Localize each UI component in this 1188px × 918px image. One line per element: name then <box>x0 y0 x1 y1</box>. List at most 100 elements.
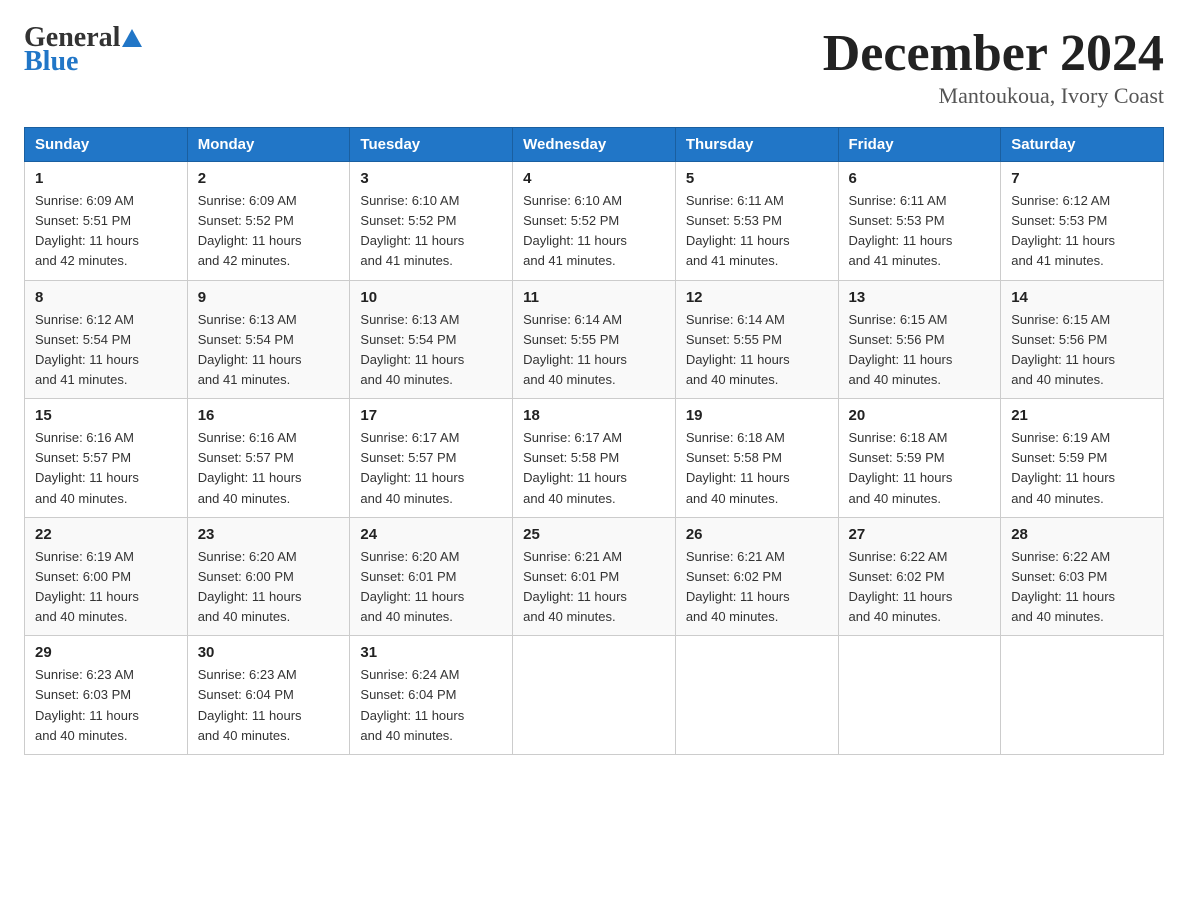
calendar-cell <box>675 636 838 755</box>
calendar-cell: 23 Sunrise: 6:20 AMSunset: 6:00 PMDayligh… <box>187 517 350 636</box>
day-info: Sunrise: 6:23 AMSunset: 6:03 PMDaylight:… <box>35 665 177 746</box>
calendar-cell: 20 Sunrise: 6:18 AMSunset: 5:59 PMDayligh… <box>838 399 1001 518</box>
day-number: 6 <box>849 170 991 187</box>
day-number: 1 <box>35 170 177 187</box>
day-number: 24 <box>360 526 502 543</box>
day-number: 18 <box>523 407 665 424</box>
calendar-cell: 5 Sunrise: 6:11 AMSunset: 5:53 PMDaylight… <box>675 162 838 281</box>
weekday-header-wednesday: Wednesday <box>513 128 676 162</box>
day-number: 27 <box>849 526 991 543</box>
day-number: 29 <box>35 644 177 661</box>
day-info: Sunrise: 6:17 AMSunset: 5:57 PMDaylight:… <box>360 428 502 509</box>
day-number: 11 <box>523 289 665 306</box>
day-info: Sunrise: 6:11 AMSunset: 5:53 PMDaylight:… <box>849 191 991 272</box>
week-row-2: 8Sunrise: 6:12 AMSunset: 5:54 PMDaylight… <box>25 280 1164 399</box>
calendar-cell: 26Sunrise: 6:21 AMSunset: 6:02 PMDayligh… <box>675 517 838 636</box>
day-info: Sunrise: 6:17 AMSunset: 5:58 PMDaylight:… <box>523 428 665 509</box>
day-number: 12 <box>686 289 828 306</box>
weekday-header-saturday: Saturday <box>1001 128 1164 162</box>
day-number: 20 <box>849 407 991 424</box>
logo: General Blue <box>24 24 142 76</box>
calendar-cell: 24 Sunrise: 6:20 AMSunset: 6:01 PMDayligh… <box>350 517 513 636</box>
weekday-header-sunday: Sunday <box>25 128 188 162</box>
day-info: Sunrise: 6:09 AMSunset: 5:51 PMDaylight:… <box>35 191 177 272</box>
calendar-cell: 29 Sunrise: 6:23 AMSunset: 6:03 PMDayligh… <box>25 636 188 755</box>
calendar-cell <box>1001 636 1164 755</box>
day-info: Sunrise: 6:20 AMSunset: 6:00 PMDaylight:… <box>198 547 340 628</box>
weekday-header-row: SundayMondayTuesdayWednesdayThursdayFrid… <box>25 128 1164 162</box>
day-info: Sunrise: 6:10 AMSunset: 5:52 PMDaylight:… <box>360 191 502 272</box>
calendar-cell: 21Sunrise: 6:19 AMSunset: 5:59 PMDayligh… <box>1001 399 1164 518</box>
weekday-header-thursday: Thursday <box>675 128 838 162</box>
week-row-1: 1 Sunrise: 6:09 AMSunset: 5:51 PMDaylight… <box>25 162 1164 281</box>
day-number: 31 <box>360 644 502 661</box>
day-number: 13 <box>849 289 991 306</box>
week-row-4: 22Sunrise: 6:19 AMSunset: 6:00 PMDayligh… <box>25 517 1164 636</box>
calendar-cell: 11 Sunrise: 6:14 AMSunset: 5:55 PMDayligh… <box>513 280 676 399</box>
day-info: Sunrise: 6:18 AMSunset: 5:58 PMDaylight:… <box>686 428 828 509</box>
day-info: Sunrise: 6:12 AMSunset: 5:53 PMDaylight:… <box>1011 191 1153 272</box>
day-number: 10 <box>360 289 502 306</box>
day-info: Sunrise: 6:16 AMSunset: 5:57 PMDaylight:… <box>35 428 177 509</box>
week-row-3: 15 Sunrise: 6:16 AMSunset: 5:57 PMDayligh… <box>25 399 1164 518</box>
calendar-cell: 15 Sunrise: 6:16 AMSunset: 5:57 PMDayligh… <box>25 399 188 518</box>
day-info: Sunrise: 6:21 AMSunset: 6:01 PMDaylight:… <box>523 547 665 628</box>
calendar-cell <box>513 636 676 755</box>
day-info: Sunrise: 6:20 AMSunset: 6:01 PMDaylight:… <box>360 547 502 628</box>
calendar-table: SundayMondayTuesdayWednesdayThursdayFrid… <box>24 127 1164 755</box>
calendar-cell: 10 Sunrise: 6:13 AMSunset: 5:54 PMDayligh… <box>350 280 513 399</box>
month-title: December 2024 <box>823 24 1164 83</box>
calendar-cell: 28Sunrise: 6:22 AMSunset: 6:03 PMDayligh… <box>1001 517 1164 636</box>
day-number: 14 <box>1011 289 1153 306</box>
day-info: Sunrise: 6:22 AMSunset: 6:02 PMDaylight:… <box>849 547 991 628</box>
day-info: Sunrise: 6:13 AMSunset: 5:54 PMDaylight:… <box>360 310 502 391</box>
page-header: General Blue December 2024 Mantoukoua, I… <box>24 24 1164 109</box>
day-info: Sunrise: 6:22 AMSunset: 6:03 PMDaylight:… <box>1011 547 1153 628</box>
calendar-cell: 19 Sunrise: 6:18 AMSunset: 5:58 PMDayligh… <box>675 399 838 518</box>
weekday-header-monday: Monday <box>187 128 350 162</box>
day-number: 15 <box>35 407 177 424</box>
calendar-cell: 30Sunrise: 6:23 AMSunset: 6:04 PMDayligh… <box>187 636 350 755</box>
day-info: Sunrise: 6:24 AMSunset: 6:04 PMDaylight:… <box>360 665 502 746</box>
day-number: 23 <box>198 526 340 543</box>
calendar-cell: 6 Sunrise: 6:11 AMSunset: 5:53 PMDaylight… <box>838 162 1001 281</box>
day-info: Sunrise: 6:16 AMSunset: 5:57 PMDaylight:… <box>198 428 340 509</box>
day-number: 5 <box>686 170 828 187</box>
day-info: Sunrise: 6:09 AMSunset: 5:52 PMDaylight:… <box>198 191 340 272</box>
calendar-cell: 18 Sunrise: 6:17 AMSunset: 5:58 PMDayligh… <box>513 399 676 518</box>
day-number: 19 <box>686 407 828 424</box>
day-info: Sunrise: 6:15 AMSunset: 5:56 PMDaylight:… <box>1011 310 1153 391</box>
day-number: 30 <box>198 644 340 661</box>
day-info: Sunrise: 6:14 AMSunset: 5:55 PMDaylight:… <box>523 310 665 391</box>
weekday-header-friday: Friday <box>838 128 1001 162</box>
day-number: 9 <box>198 289 340 306</box>
calendar-cell: 9 Sunrise: 6:13 AMSunset: 5:54 PMDaylight… <box>187 280 350 399</box>
day-number: 22 <box>35 526 177 543</box>
week-row-5: 29 Sunrise: 6:23 AMSunset: 6:03 PMDayligh… <box>25 636 1164 755</box>
day-info: Sunrise: 6:12 AMSunset: 5:54 PMDaylight:… <box>35 310 177 391</box>
day-info: Sunrise: 6:11 AMSunset: 5:53 PMDaylight:… <box>686 191 828 272</box>
day-info: Sunrise: 6:15 AMSunset: 5:56 PMDaylight:… <box>849 310 991 391</box>
day-number: 7 <box>1011 170 1153 187</box>
calendar-cell: 2 Sunrise: 6:09 AMSunset: 5:52 PMDaylight… <box>187 162 350 281</box>
logo-blue-text: Blue <box>24 48 142 76</box>
day-number: 21 <box>1011 407 1153 424</box>
calendar-cell: 3Sunrise: 6:10 AMSunset: 5:52 PMDaylight… <box>350 162 513 281</box>
calendar-cell: 7 Sunrise: 6:12 AMSunset: 5:53 PMDaylight… <box>1001 162 1164 281</box>
day-info: Sunrise: 6:21 AMSunset: 6:02 PMDaylight:… <box>686 547 828 628</box>
calendar-cell: 25 Sunrise: 6:21 AMSunset: 6:01 PMDayligh… <box>513 517 676 636</box>
day-info: Sunrise: 6:18 AMSunset: 5:59 PMDaylight:… <box>849 428 991 509</box>
calendar-cell: 22Sunrise: 6:19 AMSunset: 6:00 PMDayligh… <box>25 517 188 636</box>
calendar-cell: 13 Sunrise: 6:15 AMSunset: 5:56 PMDayligh… <box>838 280 1001 399</box>
day-number: 16 <box>198 407 340 424</box>
day-info: Sunrise: 6:13 AMSunset: 5:54 PMDaylight:… <box>198 310 340 391</box>
logo-triangle-icon <box>122 29 142 47</box>
calendar-cell <box>838 636 1001 755</box>
day-number: 2 <box>198 170 340 187</box>
calendar-cell: 4Sunrise: 6:10 AMSunset: 5:52 PMDaylight… <box>513 162 676 281</box>
day-number: 25 <box>523 526 665 543</box>
calendar-cell: 16 Sunrise: 6:16 AMSunset: 5:57 PMDayligh… <box>187 399 350 518</box>
day-number: 17 <box>360 407 502 424</box>
calendar-cell: 27 Sunrise: 6:22 AMSunset: 6:02 PMDayligh… <box>838 517 1001 636</box>
day-info: Sunrise: 6:10 AMSunset: 5:52 PMDaylight:… <box>523 191 665 272</box>
